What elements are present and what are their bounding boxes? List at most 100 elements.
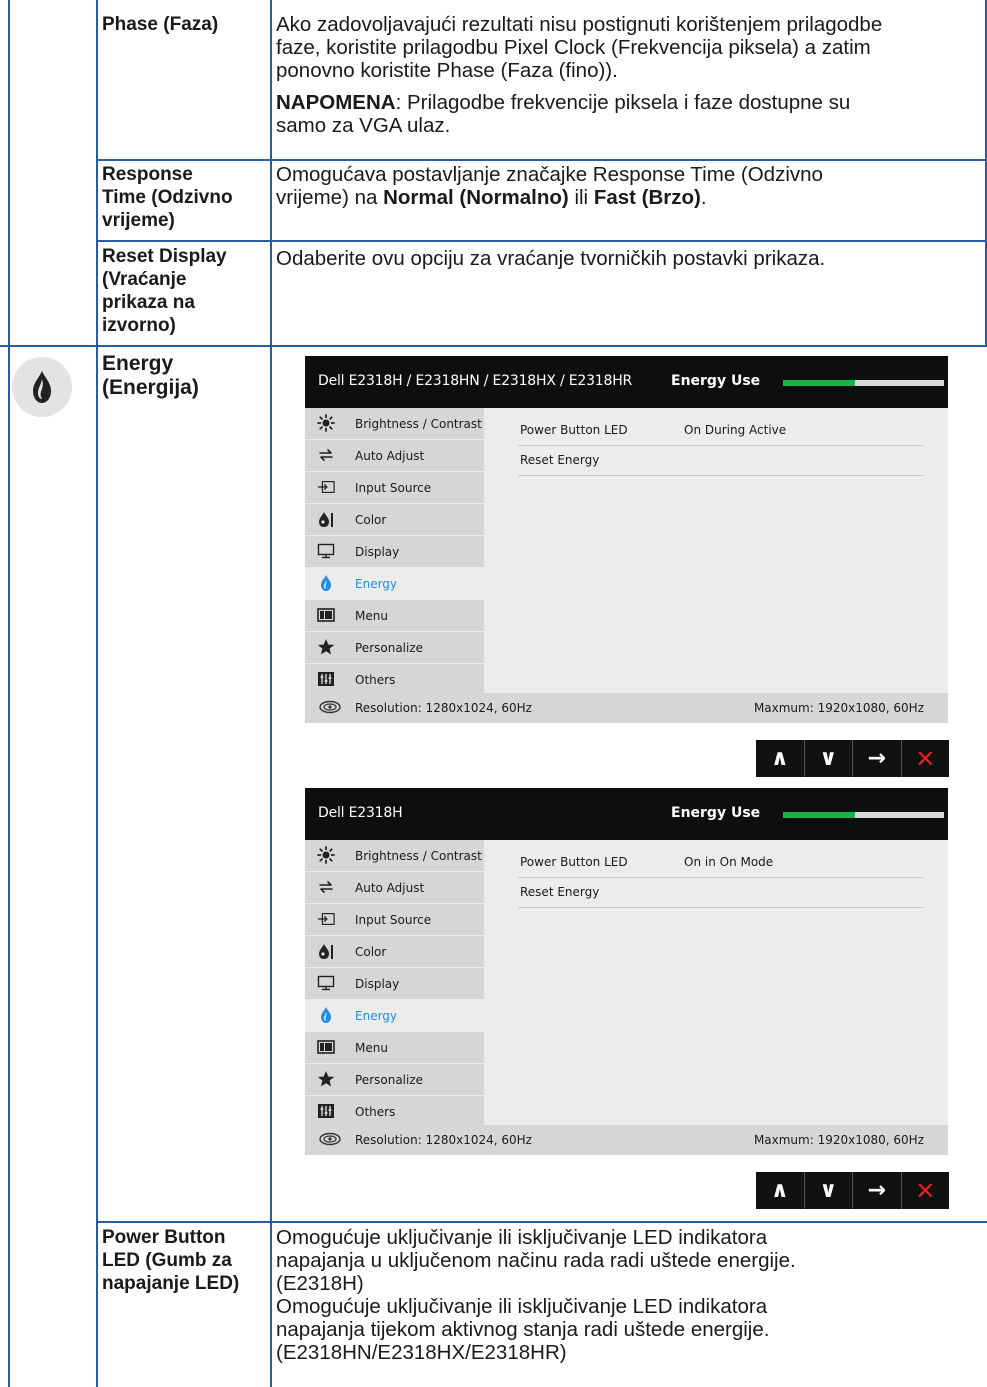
table-border-label-left	[96, 0, 98, 1387]
osd-menu-item-brightness-contrast[interactable]: Brightness / Contrast	[305, 840, 484, 871]
osd-menu-item-label: Energy	[355, 577, 398, 591]
energy-use-bar	[783, 812, 944, 818]
osd-menu: Brightness / Contrast Auto Adjust Input So…	[305, 408, 484, 696]
osd-menu-item-menu[interactable]: Menu	[305, 600, 484, 631]
osd-setting-row[interactable]: Reset Energy	[518, 878, 923, 908]
osd-menu-item-personalize[interactable]: Personalize	[305, 1064, 484, 1095]
table-border-left	[8, 0, 10, 1387]
osd-menu-item-label: Brightness / Contrast	[355, 417, 482, 431]
monitor-icon	[317, 543, 335, 559]
resolution-icon	[319, 1132, 341, 1149]
input-icon	[317, 911, 335, 927]
maximum-resolution-text: Maxmum: 1920x1080, 60Hz	[753, 1133, 924, 1147]
osd-menu-item-others[interactable]: Others	[305, 1096, 484, 1127]
row-divider	[96, 1221, 987, 1223]
osd-menu-item-auto-adjust[interactable]: Auto Adjust	[305, 440, 484, 471]
table-border-desc-left	[270, 0, 272, 1387]
osd-menu-item-label: Color	[355, 513, 387, 527]
osd-setting-row[interactable]: Reset Energy	[518, 446, 923, 476]
osd-menu-item-label: Personalize	[355, 1073, 424, 1087]
energy-use-bar-fill	[783, 380, 856, 386]
osd-header: Dell E2318H Energy Use	[305, 788, 948, 840]
osd-footer: Resolution: 1280x1024, 60Hz Maxmum: 1920…	[305, 693, 948, 723]
star-icon	[317, 1071, 335, 1087]
energy-icon	[317, 575, 335, 591]
down-button[interactable]: ∨	[805, 740, 853, 777]
osd-menu-item-label: Auto Adjust	[355, 881, 425, 895]
osd-menu-item-auto-adjust[interactable]: Auto Adjust	[305, 872, 484, 903]
osd-menu-item-display[interactable]: Display	[305, 968, 484, 999]
osd-menu-item-energy[interactable]: Energy	[305, 1000, 484, 1031]
menu-icon	[317, 607, 335, 623]
osd-menu-item-input-source[interactable]: Input Source	[305, 472, 484, 503]
energy-use-bar-fill	[783, 812, 856, 818]
setting-value: On During Active	[684, 423, 787, 437]
osd-energy-use-label: Energy Use	[671, 373, 761, 389]
osd-energy-use-label: Energy Use	[671, 805, 761, 821]
osd-menu-item-color[interactable]: Color	[305, 504, 484, 535]
monitor-icon	[317, 975, 335, 991]
enter-button[interactable]: →	[853, 1172, 902, 1209]
osd-menu-item-brightness-contrast[interactable]: Brightness / Contrast	[305, 408, 484, 439]
menu-icon	[317, 1039, 335, 1055]
setting-name: Power Button LED	[520, 855, 628, 869]
osd-menu-item-menu[interactable]: Menu	[305, 1032, 484, 1063]
row-divider	[0, 345, 987, 347]
exit-button[interactable]: ✕	[902, 1172, 950, 1209]
arrows-icon	[317, 879, 335, 895]
osd-settings-panel: Power Button LED On in On Mode Reset Ene…	[518, 848, 923, 908]
resolution-icon	[319, 700, 341, 717]
osd-menu-item-label: Display	[355, 977, 400, 991]
others-icon	[317, 671, 335, 687]
osd-menu-item-label: Input Source	[355, 913, 432, 927]
response-time-description: Omogućava postavljanje značajke Response…	[276, 163, 823, 209]
palette-icon	[317, 511, 335, 527]
osd-menu-item-personalize[interactable]: Personalize	[305, 632, 484, 663]
osd-model-name: Dell E2318H	[318, 805, 403, 821]
osd-menu-item-color[interactable]: Color	[305, 936, 484, 967]
osd-menu: Brightness / Contrast Auto Adjust Input So…	[305, 840, 484, 1128]
exit-button[interactable]: ✕	[902, 740, 950, 777]
power-button-led-description: Omogućuje uključivanje ili isključivanje…	[276, 1226, 796, 1364]
down-button[interactable]: ∨	[805, 1172, 853, 1209]
osd-setting-row[interactable]: Power Button LED On in On Mode	[518, 848, 923, 878]
osd-header: Dell E2318H / E2318HN / E2318HX / E2318H…	[305, 356, 948, 408]
osd-settings-panel: Power Button LED On During Active Reset …	[518, 416, 923, 476]
osd-menu-item-label: Others	[355, 1105, 396, 1119]
row-divider	[96, 240, 987, 242]
input-icon	[317, 479, 335, 495]
up-button[interactable]: ∧	[756, 740, 805, 777]
palette-icon	[317, 943, 335, 959]
maximum-resolution-text: Maxmum: 1920x1080, 60Hz	[753, 701, 924, 715]
up-button[interactable]: ∧	[756, 1172, 805, 1209]
energy-use-bar	[783, 380, 944, 386]
setting-name: Reset Energy	[520, 885, 600, 899]
osd-menu-item-input-source[interactable]: Input Source	[305, 904, 484, 935]
arrows-icon	[317, 447, 335, 463]
osd-menu-item-energy[interactable]: Energy	[305, 568, 484, 599]
osd-menu-item-label: Auto Adjust	[355, 449, 425, 463]
osd-menu-item-display[interactable]: Display	[305, 536, 484, 567]
osd-menu-item-label: Energy	[355, 1009, 398, 1023]
osd-screenshot-1: Dell E2318H / E2318HN / E2318HX / E2318H…	[305, 356, 948, 723]
osd-menu-item-label: Menu	[355, 609, 388, 623]
resolution-text: Resolution: 1280x1024, 60Hz	[355, 1133, 532, 1147]
osd-screenshot-2: Dell E2318H Energy Use Brightness / Cont…	[305, 788, 948, 1155]
phase-description: Ako zadovoljavajući rezultati nisu posti…	[276, 13, 883, 137]
energy-icon	[317, 1007, 335, 1023]
osd-setting-row[interactable]: Power Button LED On During Active	[518, 416, 923, 446]
row-divider	[96, 159, 987, 161]
others-icon	[317, 1103, 335, 1119]
reset-display-description: Odaberite ovu opciju za vraćanje tvornič…	[276, 247, 826, 270]
osd-menu-item-label: Color	[355, 945, 387, 959]
osd-footer: Resolution: 1280x1024, 60Hz Maxmum: 1920…	[305, 1125, 948, 1155]
setting-name: Reset Energy	[520, 453, 600, 467]
setting-name: Power Button LED	[520, 423, 628, 437]
osd-menu-item-others[interactable]: Others	[305, 664, 484, 695]
osd-menu-item-label: Menu	[355, 1041, 388, 1055]
enter-button[interactable]: →	[853, 740, 902, 777]
note-label: NAPOMENA	[276, 91, 396, 114]
power-button-led-label: Power Button LED (Gumb za napajanje LED)	[102, 1227, 240, 1294]
osd-menu-item-label: Display	[355, 545, 400, 559]
setting-value: On in On Mode	[684, 855, 774, 869]
